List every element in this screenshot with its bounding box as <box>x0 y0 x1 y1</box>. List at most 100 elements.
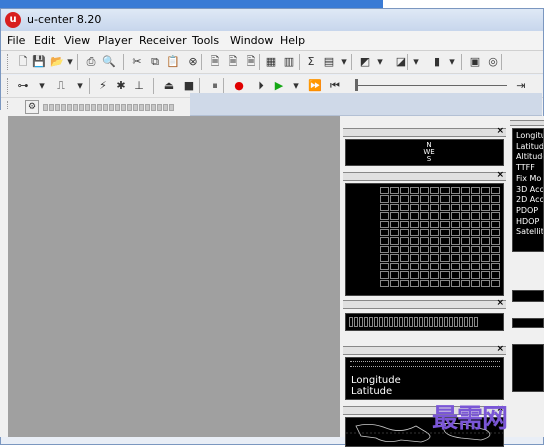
signal-cell <box>430 187 440 195</box>
close-icon[interactable]: × <box>496 170 504 180</box>
open-icon[interactable]: 📂 <box>49 54 65 70</box>
dropdown-icon[interactable]: ▾ <box>37 78 47 94</box>
signal-cell <box>450 271 460 279</box>
antenna-icon[interactable]: ⊥ <box>131 78 147 94</box>
new-icon[interactable]: 🗋 <box>15 54 31 70</box>
close-icon[interactable]: × <box>496 298 504 308</box>
dropdown-icon[interactable]: ▾ <box>291 78 301 94</box>
toolbar-separator <box>501 54 502 70</box>
settings-icon[interactable]: ◎ <box>485 54 501 70</box>
menu-receiver[interactable]: Receiver <box>139 34 187 47</box>
satellite-mini-cell <box>424 317 428 327</box>
dropdown-icon[interactable]: ▾ <box>65 54 75 70</box>
chart-icon[interactable]: ◩ <box>357 54 373 70</box>
dropdown-icon[interactable]: ▾ <box>411 54 421 70</box>
signal-cell <box>440 245 450 254</box>
field-satellites: Satellite <box>516 227 544 237</box>
signal-cell <box>390 212 400 220</box>
playback-slider[interactable] <box>357 85 507 86</box>
pane-header[interactable]: × <box>343 298 506 309</box>
signal-cell <box>430 195 440 203</box>
status-cell <box>127 104 132 111</box>
layout1-icon[interactable]: ▦ <box>263 54 279 70</box>
baudrate-icon[interactable]: ⎍ <box>53 78 69 94</box>
print-preview-icon[interactable]: 🔍 <box>101 54 117 70</box>
menu-tools[interactable]: Tools <box>192 34 219 47</box>
doc3-icon[interactable]: 🗎 <box>243 54 259 70</box>
paste-icon[interactable]: 📋 <box>165 54 181 70</box>
signal-pane: × <box>343 170 506 296</box>
status-cell <box>151 104 156 111</box>
layout2-icon[interactable]: ▥ <box>281 54 297 70</box>
doc1-icon[interactable]: 🗎 <box>207 54 223 70</box>
status-cell <box>73 104 78 111</box>
right-mini-view <box>512 318 544 328</box>
menu-view[interactable]: View <box>64 34 90 47</box>
status-cell <box>115 104 120 111</box>
pane-header[interactable]: × <box>343 170 506 181</box>
signal-cell <box>400 254 410 262</box>
fast-forward-icon[interactable]: ⏩ <box>307 78 323 94</box>
pane-header[interactable] <box>510 120 544 126</box>
field-longitude: Longitu <box>516 131 544 140</box>
menu-edit[interactable]: Edit <box>34 34 55 47</box>
menu-file[interactable]: File <box>7 34 25 47</box>
eject-icon[interactable]: ⏏ <box>161 78 177 94</box>
u-blox-logo-icon: u <box>5 12 21 28</box>
pane-header[interactable]: × <box>343 344 506 355</box>
record-icon[interactable]: ● <box>231 78 247 94</box>
signal-cell <box>470 229 480 237</box>
signal-cell <box>490 187 500 195</box>
dropdown-icon[interactable]: ▾ <box>375 54 385 70</box>
dropdown-icon[interactable]: ▾ <box>75 78 85 94</box>
pause-icon[interactable]: ⏸ <box>207 78 223 94</box>
copy-icon[interactable]: ⧉ <box>147 54 163 70</box>
signal-cell <box>460 195 470 203</box>
signal-cell <box>410 229 420 237</box>
toolbar-grip[interactable] <box>7 54 11 70</box>
dropdown-icon[interactable]: ▾ <box>447 54 457 70</box>
rewind-icon[interactable]: ⏮ <box>327 78 343 94</box>
debug-icon[interactable]: ✱ <box>113 78 129 94</box>
save-icon[interactable]: 💾 <box>31 54 47 70</box>
menu-help[interactable]: Help <box>280 34 305 47</box>
signal-cell <box>420 279 430 287</box>
doc2-icon[interactable]: 🗎 <box>225 54 241 70</box>
pane-header[interactable]: × <box>343 126 506 137</box>
play-icon[interactable]: ▶ <box>271 78 287 94</box>
signal-cell <box>430 245 440 254</box>
signal-cell <box>490 195 500 203</box>
close-icon[interactable]: × <box>496 344 504 354</box>
status-cell <box>103 104 108 111</box>
stop-icon[interactable]: ■ <box>181 78 197 94</box>
signal-cell <box>440 187 450 195</box>
slider-end-icon[interactable]: ⇥ <box>513 78 529 94</box>
satellite-mini-cell <box>354 317 358 327</box>
autobaud-icon[interactable]: ⚡ <box>95 78 111 94</box>
step-icon[interactable]: ⏵ <box>253 78 269 94</box>
table-icon[interactable]: ▤ <box>321 54 337 70</box>
toolbar-config-icon[interactable]: ⚙ <box>25 100 39 114</box>
signal-cell <box>480 245 490 254</box>
connection-icon[interactable]: ⊶ <box>15 78 31 94</box>
signal-cell <box>480 187 490 195</box>
print-icon[interactable]: ⎙ <box>83 54 99 70</box>
satellite-mini-grid <box>349 317 478 327</box>
sum-icon[interactable]: Σ <box>303 54 319 70</box>
signal-cell <box>420 262 430 271</box>
dropdown-icon[interactable]: ▾ <box>339 54 349 70</box>
signal-cell <box>390 254 400 262</box>
histogram-icon[interactable]: ▮ <box>429 54 445 70</box>
menu-window[interactable]: Window <box>230 34 273 47</box>
signal-cell <box>400 195 410 203</box>
toolbar-grip[interactable] <box>7 78 11 94</box>
signal-cell <box>440 237 450 245</box>
cut-icon[interactable]: ✂ <box>129 54 145 70</box>
longitude-label: Longitude <box>351 375 401 386</box>
close-icon[interactable]: × <box>496 126 504 136</box>
export-icon[interactable]: ⊗ <box>185 54 201 70</box>
signal-cell <box>480 262 490 271</box>
menu-player[interactable]: Player <box>98 34 132 47</box>
signal-cell <box>390 271 400 279</box>
monitor-icon[interactable]: ▣ <box>467 54 483 70</box>
